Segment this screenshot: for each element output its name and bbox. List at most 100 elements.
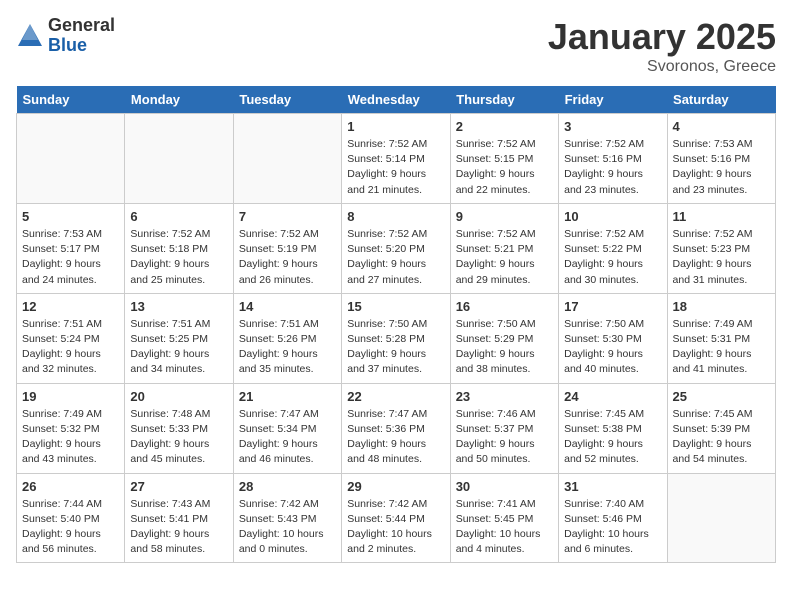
- day-content: Sunrise: 7:51 AM Sunset: 5:25 PM Dayligh…: [130, 317, 227, 378]
- day-content: Sunrise: 7:53 AM Sunset: 5:17 PM Dayligh…: [22, 227, 119, 288]
- day-content: Sunrise: 7:44 AM Sunset: 5:40 PM Dayligh…: [22, 497, 119, 558]
- calendar-day-cell: 27 Sunrise: 7:43 AM Sunset: 5:41 PM Dayli…: [125, 473, 233, 563]
- weekday-header: Friday: [559, 86, 667, 114]
- calendar-day-cell: 11Sunrise: 7:52 AM Sunset: 5:23 PM Dayli…: [667, 203, 775, 293]
- calendar-week-row: 26 Sunrise: 7:44 AM Sunset: 5:40 PM Dayli…: [17, 473, 776, 563]
- day-content: Sunrise: 7:42 AM Sunset: 5:44 PM Dayligh…: [347, 497, 444, 558]
- logo-icon: [16, 22, 44, 50]
- day-content: Sunrise: 7:41 AM Sunset: 5:45 PM Dayligh…: [456, 497, 553, 558]
- calendar-day-cell: 29 Sunrise: 7:42 AM Sunset: 5:44 PM Dayli…: [342, 473, 450, 563]
- calendar-week-row: 1Sunrise: 7:52 AM Sunset: 5:14 PM Daylig…: [17, 114, 776, 204]
- day-content: Sunrise: 7:52 AM Sunset: 5:20 PM Dayligh…: [347, 227, 444, 288]
- day-content: Sunrise: 7:47 AM Sunset: 5:36 PM Dayligh…: [347, 407, 444, 468]
- day-number: 18: [673, 299, 770, 314]
- calendar-day-cell: 2Sunrise: 7:52 AM Sunset: 5:15 PM Daylig…: [450, 114, 558, 204]
- day-content: Sunrise: 7:52 AM Sunset: 5:23 PM Dayligh…: [673, 227, 770, 288]
- calendar-table: SundayMondayTuesdayWednesdayThursdayFrid…: [16, 86, 776, 563]
- calendar-week-row: 12 Sunrise: 7:51 AM Sunset: 5:24 PM Dayli…: [17, 293, 776, 383]
- title-block: January 2025 Svoronos, Greece: [548, 16, 776, 76]
- day-number: 29: [347, 479, 444, 494]
- weekday-header: Tuesday: [233, 86, 341, 114]
- calendar-day-cell: 8 Sunrise: 7:52 AM Sunset: 5:20 PM Daylig…: [342, 203, 450, 293]
- day-content: Sunrise: 7:47 AM Sunset: 5:34 PM Dayligh…: [239, 407, 336, 468]
- day-content: Sunrise: 7:52 AM Sunset: 5:22 PM Dayligh…: [564, 227, 661, 288]
- day-content: Sunrise: 7:45 AM Sunset: 5:38 PM Dayligh…: [564, 407, 661, 468]
- day-number: 22: [347, 389, 444, 404]
- weekday-header: Wednesday: [342, 86, 450, 114]
- calendar-day-cell: 20 Sunrise: 7:48 AM Sunset: 5:33 PM Dayli…: [125, 383, 233, 473]
- calendar-day-cell: 12 Sunrise: 7:51 AM Sunset: 5:24 PM Dayli…: [17, 293, 125, 383]
- calendar-day-cell: [233, 114, 341, 204]
- day-content: Sunrise: 7:43 AM Sunset: 5:41 PM Dayligh…: [130, 497, 227, 558]
- day-content: Sunrise: 7:50 AM Sunset: 5:30 PM Dayligh…: [564, 317, 661, 378]
- calendar-day-cell: 15 Sunrise: 7:50 AM Sunset: 5:28 PM Dayli…: [342, 293, 450, 383]
- calendar-day-cell: 21 Sunrise: 7:47 AM Sunset: 5:34 PM Dayli…: [233, 383, 341, 473]
- day-content: Sunrise: 7:46 AM Sunset: 5:37 PM Dayligh…: [456, 407, 553, 468]
- weekday-header: Saturday: [667, 86, 775, 114]
- day-number: 1: [347, 119, 444, 134]
- day-number: 31: [564, 479, 661, 494]
- calendar-day-cell: [125, 114, 233, 204]
- day-number: 10: [564, 209, 661, 224]
- day-number: 26: [22, 479, 119, 494]
- day-content: Sunrise: 7:51 AM Sunset: 5:24 PM Dayligh…: [22, 317, 119, 378]
- day-content: Sunrise: 7:52 AM Sunset: 5:16 PM Dayligh…: [564, 137, 661, 198]
- calendar-day-cell: 24 Sunrise: 7:45 AM Sunset: 5:38 PM Dayli…: [559, 383, 667, 473]
- day-number: 30: [456, 479, 553, 494]
- day-content: Sunrise: 7:52 AM Sunset: 5:15 PM Dayligh…: [456, 137, 553, 198]
- day-content: Sunrise: 7:52 AM Sunset: 5:18 PM Dayligh…: [130, 227, 227, 288]
- day-number: 23: [456, 389, 553, 404]
- day-number: 20: [130, 389, 227, 404]
- day-content: Sunrise: 7:50 AM Sunset: 5:28 PM Dayligh…: [347, 317, 444, 378]
- calendar-day-cell: 4Sunrise: 7:53 AM Sunset: 5:16 PM Daylig…: [667, 114, 775, 204]
- weekday-header: Monday: [125, 86, 233, 114]
- calendar-day-cell: 31Sunrise: 7:40 AM Sunset: 5:46 PM Dayli…: [559, 473, 667, 563]
- calendar-day-cell: [17, 114, 125, 204]
- calendar-day-cell: 7 Sunrise: 7:52 AM Sunset: 5:19 PM Daylig…: [233, 203, 341, 293]
- day-number: 24: [564, 389, 661, 404]
- day-content: Sunrise: 7:42 AM Sunset: 5:43 PM Dayligh…: [239, 497, 336, 558]
- day-content: Sunrise: 7:48 AM Sunset: 5:33 PM Dayligh…: [130, 407, 227, 468]
- day-number: 27: [130, 479, 227, 494]
- calendar-day-cell: 22 Sunrise: 7:47 AM Sunset: 5:36 PM Dayli…: [342, 383, 450, 473]
- day-content: Sunrise: 7:52 AM Sunset: 5:21 PM Dayligh…: [456, 227, 553, 288]
- logo: General Blue: [16, 16, 115, 56]
- calendar-day-cell: 28 Sunrise: 7:42 AM Sunset: 5:43 PM Dayli…: [233, 473, 341, 563]
- weekday-header: Sunday: [17, 86, 125, 114]
- day-number: 14: [239, 299, 336, 314]
- calendar-day-cell: 1Sunrise: 7:52 AM Sunset: 5:14 PM Daylig…: [342, 114, 450, 204]
- calendar-day-cell: 10 Sunrise: 7:52 AM Sunset: 5:22 PM Dayli…: [559, 203, 667, 293]
- day-content: Sunrise: 7:51 AM Sunset: 5:26 PM Dayligh…: [239, 317, 336, 378]
- calendar-day-cell: 19 Sunrise: 7:49 AM Sunset: 5:32 PM Dayli…: [17, 383, 125, 473]
- calendar-day-cell: 13 Sunrise: 7:51 AM Sunset: 5:25 PM Dayli…: [125, 293, 233, 383]
- day-content: Sunrise: 7:49 AM Sunset: 5:31 PM Dayligh…: [673, 317, 770, 378]
- calendar-day-cell: 14 Sunrise: 7:51 AM Sunset: 5:26 PM Dayli…: [233, 293, 341, 383]
- weekday-header-row: SundayMondayTuesdayWednesdayThursdayFrid…: [17, 86, 776, 114]
- day-number: 19: [22, 389, 119, 404]
- calendar-day-cell: 3 Sunrise: 7:52 AM Sunset: 5:16 PM Daylig…: [559, 114, 667, 204]
- day-number: 9: [456, 209, 553, 224]
- day-number: 16: [456, 299, 553, 314]
- calendar-day-cell: 30 Sunrise: 7:41 AM Sunset: 5:45 PM Dayli…: [450, 473, 558, 563]
- day-number: 25: [673, 389, 770, 404]
- day-number: 13: [130, 299, 227, 314]
- calendar-day-cell: 18 Sunrise: 7:49 AM Sunset: 5:31 PM Dayli…: [667, 293, 775, 383]
- day-number: 17: [564, 299, 661, 314]
- day-number: 21: [239, 389, 336, 404]
- calendar-day-cell: 5Sunrise: 7:53 AM Sunset: 5:17 PM Daylig…: [17, 203, 125, 293]
- day-number: 15: [347, 299, 444, 314]
- day-number: 8: [347, 209, 444, 224]
- calendar-week-row: 5Sunrise: 7:53 AM Sunset: 5:17 PM Daylig…: [17, 203, 776, 293]
- calendar-day-cell: 17 Sunrise: 7:50 AM Sunset: 5:30 PM Dayli…: [559, 293, 667, 383]
- calendar-day-cell: 16 Sunrise: 7:50 AM Sunset: 5:29 PM Dayli…: [450, 293, 558, 383]
- day-number: 3: [564, 119, 661, 134]
- day-number: 7: [239, 209, 336, 224]
- day-content: Sunrise: 7:49 AM Sunset: 5:32 PM Dayligh…: [22, 407, 119, 468]
- location: Svoronos, Greece: [548, 58, 776, 76]
- day-number: 12: [22, 299, 119, 314]
- day-number: 28: [239, 479, 336, 494]
- day-content: Sunrise: 7:52 AM Sunset: 5:19 PM Dayligh…: [239, 227, 336, 288]
- day-content: Sunrise: 7:50 AM Sunset: 5:29 PM Dayligh…: [456, 317, 553, 378]
- calendar-week-row: 19 Sunrise: 7:49 AM Sunset: 5:32 PM Dayli…: [17, 383, 776, 473]
- calendar-day-cell: 23 Sunrise: 7:46 AM Sunset: 5:37 PM Dayli…: [450, 383, 558, 473]
